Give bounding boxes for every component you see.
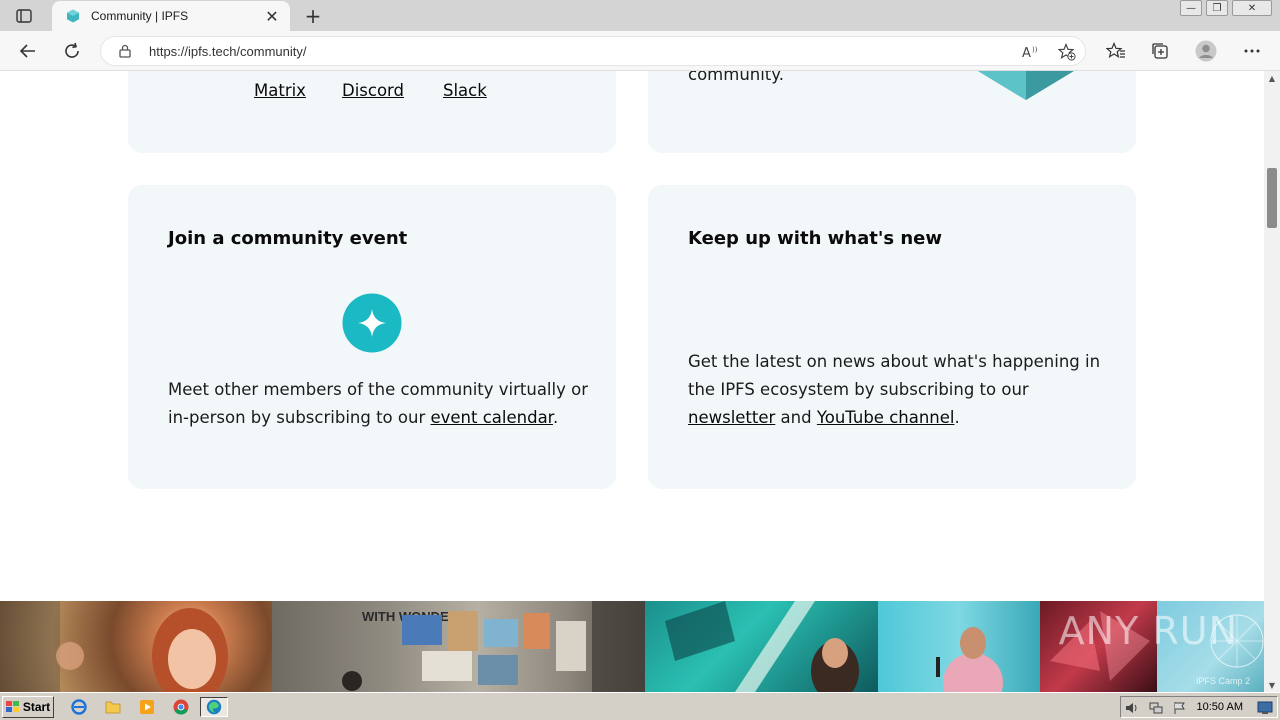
- photo-presenter: [878, 601, 1040, 692]
- add-favorite-icon[interactable]: [1055, 40, 1079, 64]
- window-close-button[interactable]: ✕: [1232, 0, 1272, 16]
- photo-wonder-wall: WITH WONDER: [272, 601, 645, 692]
- collections-icon[interactable]: [1146, 37, 1174, 65]
- profile-avatar-icon[interactable]: [1192, 37, 1220, 65]
- page-viewport: Matrix Discord Slack community. Join a c…: [0, 71, 1264, 692]
- tab-strip: Community | IPFS ✕ + — ❐ ✕: [0, 0, 1280, 31]
- back-icon[interactable]: [14, 37, 42, 65]
- cube-illustration-icon: [978, 71, 1074, 100]
- ipfs-favicon-icon: [67, 9, 79, 23]
- browser-toolbar: https://ipfs.tech/community/ A)): [0, 31, 1280, 71]
- windows-logo-icon: [5, 701, 19, 712]
- flag-icon[interactable]: [1173, 701, 1187, 715]
- network-icon[interactable]: [1149, 701, 1163, 715]
- scroll-down-icon[interactable]: ▼: [1264, 678, 1280, 692]
- newsletter-link[interactable]: newsletter: [688, 408, 775, 427]
- community-photo-strip: WITH WONDER: [0, 601, 1264, 692]
- show-desktop-icon[interactable]: [1257, 701, 1273, 715]
- youtube-channel-link[interactable]: YouTube channel: [817, 408, 955, 427]
- minimize-button[interactable]: —: [1180, 0, 1202, 16]
- os-taskbar: Start 10:50 AM: [0, 692, 1280, 720]
- start-label: Start: [22, 700, 51, 714]
- forum-card: community.: [648, 71, 1136, 153]
- internet-explorer-icon[interactable]: [68, 697, 90, 717]
- forum-card-text: community.: [688, 71, 784, 84]
- news-card-title: Keep up with what's new: [688, 228, 942, 249]
- url-text: https://ipfs.tech/community/: [149, 44, 307, 59]
- news-card-text: Get the latest on news about what's happ…: [688, 352, 1101, 427]
- favorites-icon[interactable]: [1102, 37, 1130, 65]
- event-card-text: Meet other members of the community virt…: [168, 380, 588, 427]
- sparkle-icon: [342, 293, 402, 353]
- window-controls: — ❐ ✕: [1180, 0, 1272, 16]
- page-scrollbar[interactable]: ▲ ▼: [1264, 71, 1280, 692]
- svg-text:)): )): [1032, 46, 1038, 54]
- address-bar[interactable]: https://ipfs.tech/community/ A)): [100, 36, 1086, 66]
- scroll-thumb[interactable]: [1267, 168, 1277, 228]
- svg-text:A: A: [1022, 46, 1031, 59]
- tab-actions-icon[interactable]: [10, 6, 38, 26]
- scroll-up-icon[interactable]: ▲: [1264, 71, 1280, 85]
- new-tab-button[interactable]: +: [300, 4, 326, 28]
- photo-speaker-stage: [645, 601, 878, 692]
- chrome-icon[interactable]: [170, 697, 192, 717]
- more-menu-icon[interactable]: [1238, 37, 1266, 65]
- matrix-link[interactable]: Matrix: [254, 81, 306, 100]
- maximize-button[interactable]: ❐: [1206, 0, 1228, 16]
- read-aloud-icon[interactable]: A)): [1019, 40, 1043, 64]
- lock-icon: [119, 44, 131, 58]
- volume-icon[interactable]: [1125, 701, 1139, 715]
- chat-card: Matrix Discord Slack: [128, 71, 616, 153]
- anyrun-watermark: ANY RUN: [1058, 609, 1238, 653]
- active-tab[interactable]: Community | IPFS ✕: [52, 1, 290, 31]
- refresh-icon[interactable]: [58, 37, 86, 65]
- edge-taskbar-icon[interactable]: [200, 697, 228, 717]
- start-button[interactable]: Start: [2, 696, 54, 718]
- event-card-title: Join a community event: [168, 228, 408, 249]
- file-explorer-icon[interactable]: [102, 697, 124, 717]
- media-player-icon[interactable]: [136, 697, 158, 717]
- photo-attendee: [0, 601, 272, 692]
- system-tray: 10:50 AM: [1120, 696, 1278, 718]
- news-card: Keep up with what's new Get the latest o…: [648, 185, 1136, 489]
- tab-title: Community | IPFS: [91, 9, 189, 23]
- event-card: Join a community event Meet other member…: [128, 185, 616, 489]
- camp-banner-text: IPFS Camp 2: [1195, 676, 1250, 686]
- discord-link[interactable]: Discord: [342, 81, 404, 100]
- close-tab-icon[interactable]: ✕: [260, 4, 284, 28]
- event-calendar-link[interactable]: event calendar: [430, 408, 552, 427]
- slack-link[interactable]: Slack: [443, 81, 487, 100]
- taskbar-clock: 10:50 AM: [1196, 701, 1243, 713]
